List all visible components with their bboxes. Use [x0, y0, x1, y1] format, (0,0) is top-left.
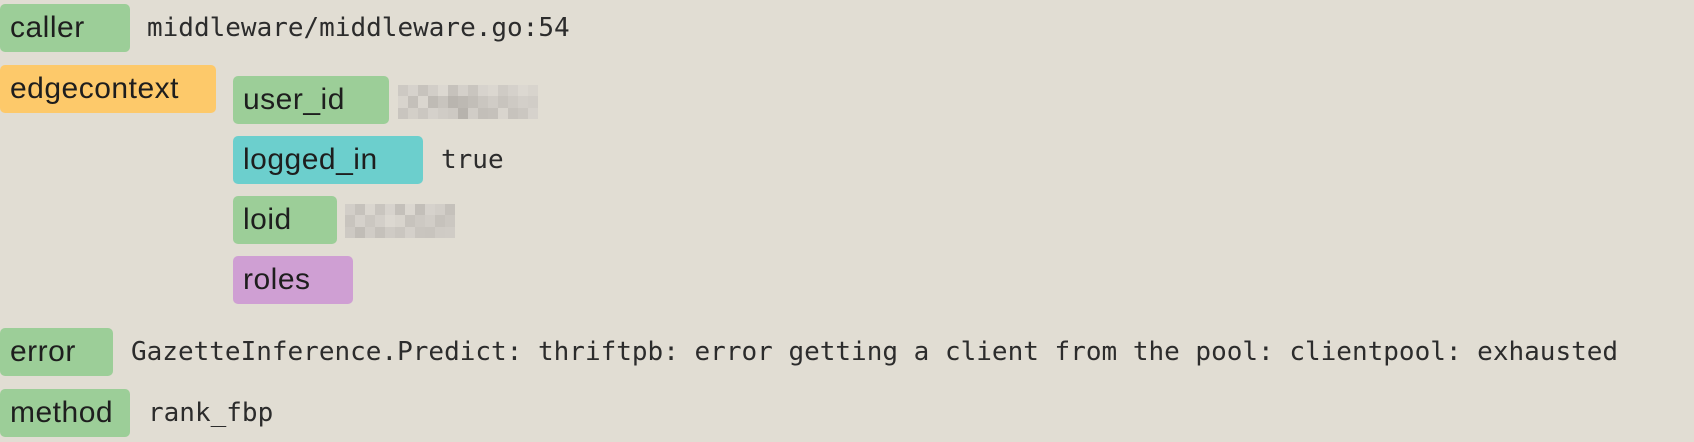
key-badge-method: method — [0, 389, 130, 437]
redacted-user-id-value — [398, 85, 538, 119]
key-badge-roles: roles — [233, 256, 353, 304]
log-entry-viewer: caller middleware/middleware.go:54 edgec… — [0, 0, 1694, 442]
value-method: rank_fbp — [148, 398, 274, 428]
key-badge-logged-in: logged_in — [233, 136, 423, 184]
key-badge-user-id: user_id — [233, 76, 389, 124]
key-badge-error: error — [0, 328, 113, 376]
value-caller: middleware/middleware.go:54 — [147, 13, 570, 43]
key-badge-loid: loid — [233, 196, 337, 244]
value-error: GazetteInference.Predict: thriftpb: erro… — [131, 337, 1619, 367]
value-logged-in: true — [441, 145, 504, 175]
key-badge-caller: caller — [0, 4, 130, 52]
redacted-loid-value — [345, 204, 455, 238]
key-badge-edgecontext: edgecontext — [0, 65, 216, 113]
